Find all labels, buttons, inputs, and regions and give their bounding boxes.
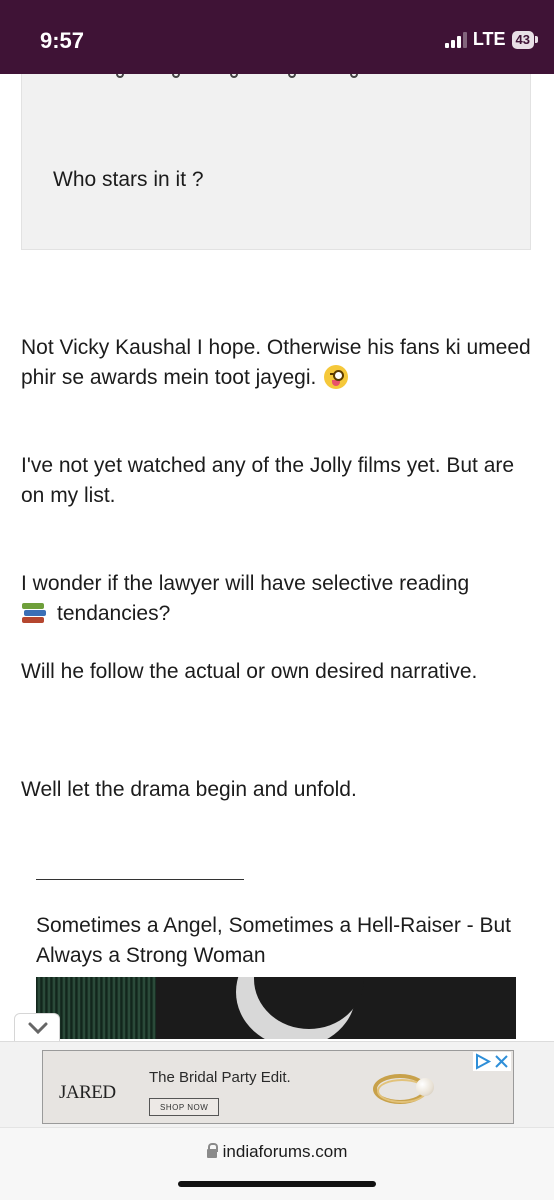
ad-banner[interactable]: JARED The Bridal Party Edit. SHOP NOW: [42, 1050, 514, 1124]
winking-tongue-emoji-icon: [324, 365, 349, 389]
post-paragraph-1: Not Vicky Kaushal I hope. Otherwise his …: [21, 333, 536, 393]
post-paragraph-text: tendancies?: [57, 602, 171, 625]
quote-block: Who stars in it ?: [21, 74, 531, 250]
browser-bar: indiaforums.com: [0, 1127, 554, 1200]
post-paragraph-5: Well let the drama begin and unfold.: [21, 778, 357, 801]
battery-level: 43: [511, 30, 534, 49]
cropped-quote-text: [112, 74, 412, 84]
network-type: LTE: [472, 29, 506, 49]
signature-text: Sometimes a Angel, Sometimes a Hell-Rais…: [36, 914, 512, 967]
signal-icon: [444, 31, 467, 48]
ad-brand-logo: JARED: [59, 1082, 116, 1103]
post-paragraph-2: I've not yet watched any of the Jolly fi…: [21, 454, 515, 507]
post-paragraph-text: I wonder if the lawyer will have selecti…: [21, 572, 470, 595]
books-emoji-icon: [21, 601, 47, 625]
status-bar: 9:57 LTE 43: [0, 0, 554, 74]
ad-collapse-button[interactable]: [14, 1013, 60, 1041]
status-indicators: LTE 43: [444, 29, 538, 50]
pearl-image: [416, 1078, 434, 1096]
home-indicator[interactable]: [178, 1181, 376, 1187]
quote-text: Who stars in it ?: [53, 168, 204, 191]
signature-divider: [36, 879, 244, 880]
address-bar[interactable]: indiaforums.com: [0, 1142, 554, 1162]
post-paragraph-3: I wonder if the lawyer will have selecti…: [21, 569, 536, 629]
ad-headline: The Bridal Party Edit.: [149, 1069, 291, 1086]
ad-choices[interactable]: [473, 1052, 511, 1071]
lock-icon: [206, 1143, 218, 1158]
status-time: 9:57: [40, 28, 85, 53]
chevron-down-icon: [28, 1022, 48, 1035]
post-paragraph-text: Not Vicky Kaushal I hope. Otherwise his …: [21, 336, 531, 389]
ad-choices-icon[interactable]: [473, 1052, 492, 1071]
url-text: indiaforums.com: [222, 1142, 348, 1161]
battery-icon: 43: [511, 30, 538, 49]
signature-image: [36, 977, 516, 1039]
shop-now-button[interactable]: SHOP NOW: [149, 1098, 220, 1116]
ad-strip: JARED The Bridal Party Edit. SHOP NOW: [0, 1041, 554, 1127]
post-paragraph-4: Will he follow the actual or own desired…: [21, 660, 478, 683]
ad-close-icon[interactable]: [492, 1052, 511, 1071]
